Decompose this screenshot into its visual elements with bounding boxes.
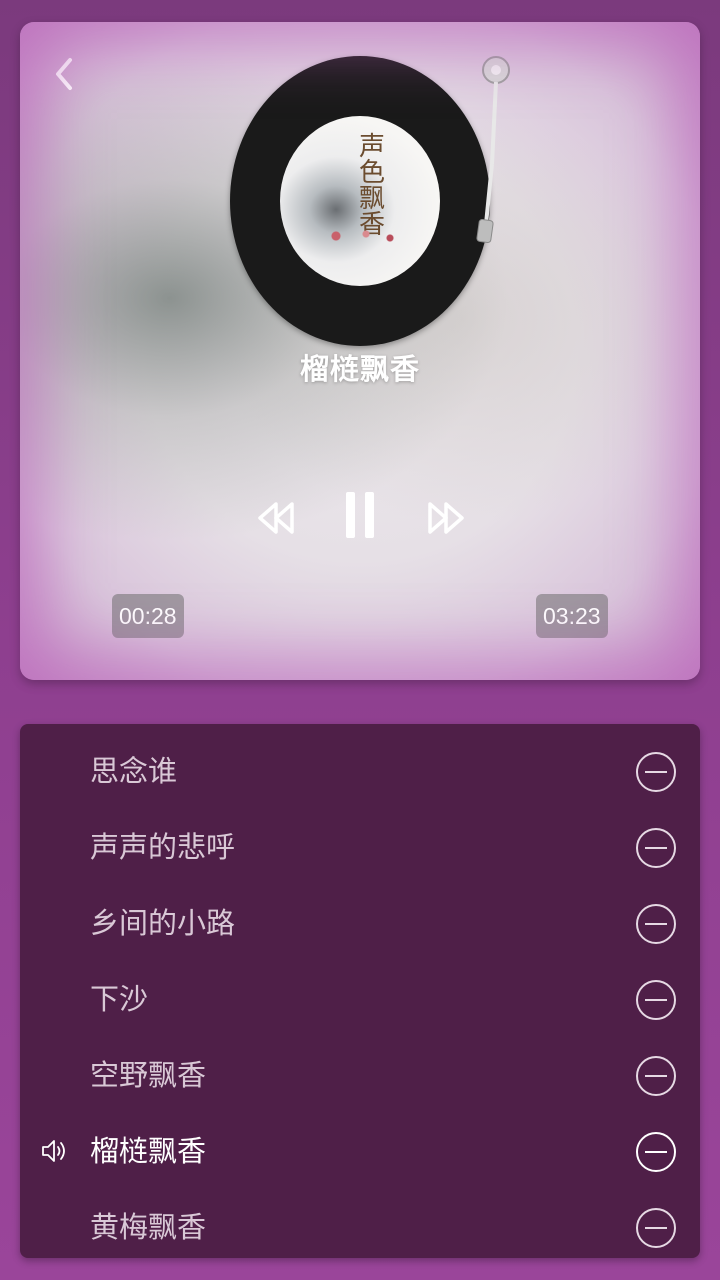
song-title: 榴梿飘香	[299, 352, 420, 386]
track-name: 榴梿飘香	[90, 1134, 207, 1168]
remove-track-button[interactable]	[636, 980, 676, 1020]
album-cover-text: 声色飘香	[358, 132, 385, 240]
track-name: 思念谁	[90, 754, 178, 788]
track-row[interactable]: 空野飘香	[20, 1028, 700, 1104]
back-button[interactable]	[50, 54, 82, 94]
playlist: 思念谁 声声的悲呼 乡间的小路 下沙 空野飘香 榴梿飘香 黄梅飘香	[20, 724, 700, 1258]
pause-button[interactable]	[338, 488, 382, 544]
track-row[interactable]: 下沙	[20, 952, 700, 1028]
tonearm-icon	[476, 56, 510, 243]
track-row[interactable]: 声声的悲呼	[20, 800, 700, 876]
album-cover: 声色飘香	[280, 116, 440, 286]
rewind-button[interactable]	[254, 496, 298, 540]
track-name: 空野飘香	[90, 1058, 207, 1092]
track-row[interactable]: 思念谁	[20, 724, 700, 800]
album-cover-decoration	[300, 226, 420, 246]
player-card: 声色飘香 榴梿飘香 00:28 03:23	[20, 22, 700, 680]
remove-track-button[interactable]	[636, 1056, 676, 1096]
chevron-left-icon	[56, 58, 72, 90]
remove-track-button[interactable]	[636, 904, 676, 944]
time-elapsed: 00:28	[112, 594, 184, 638]
track-row[interactable]: 黄梅飘香	[20, 1180, 700, 1256]
fast-forward-icon	[428, 502, 464, 534]
remove-track-button[interactable]	[636, 828, 676, 868]
remove-track-button[interactable]	[636, 1132, 676, 1172]
forward-button[interactable]	[424, 496, 468, 540]
track-name: 黄梅飘香	[90, 1210, 207, 1244]
track-name: 乡间的小路	[90, 906, 236, 940]
track-name: 下沙	[90, 982, 149, 1016]
remove-track-button[interactable]	[636, 752, 676, 792]
rewind-icon	[258, 502, 294, 534]
pause-icon	[346, 492, 374, 538]
speaker-icon	[42, 1140, 65, 1162]
time-total: 03:23	[536, 594, 608, 638]
remove-track-button[interactable]	[636, 1208, 676, 1248]
track-row[interactable]: 乡间的小路	[20, 876, 700, 952]
track-row-playing[interactable]: 榴梿飘香	[20, 1104, 700, 1180]
track-name: 声声的悲呼	[90, 830, 236, 864]
